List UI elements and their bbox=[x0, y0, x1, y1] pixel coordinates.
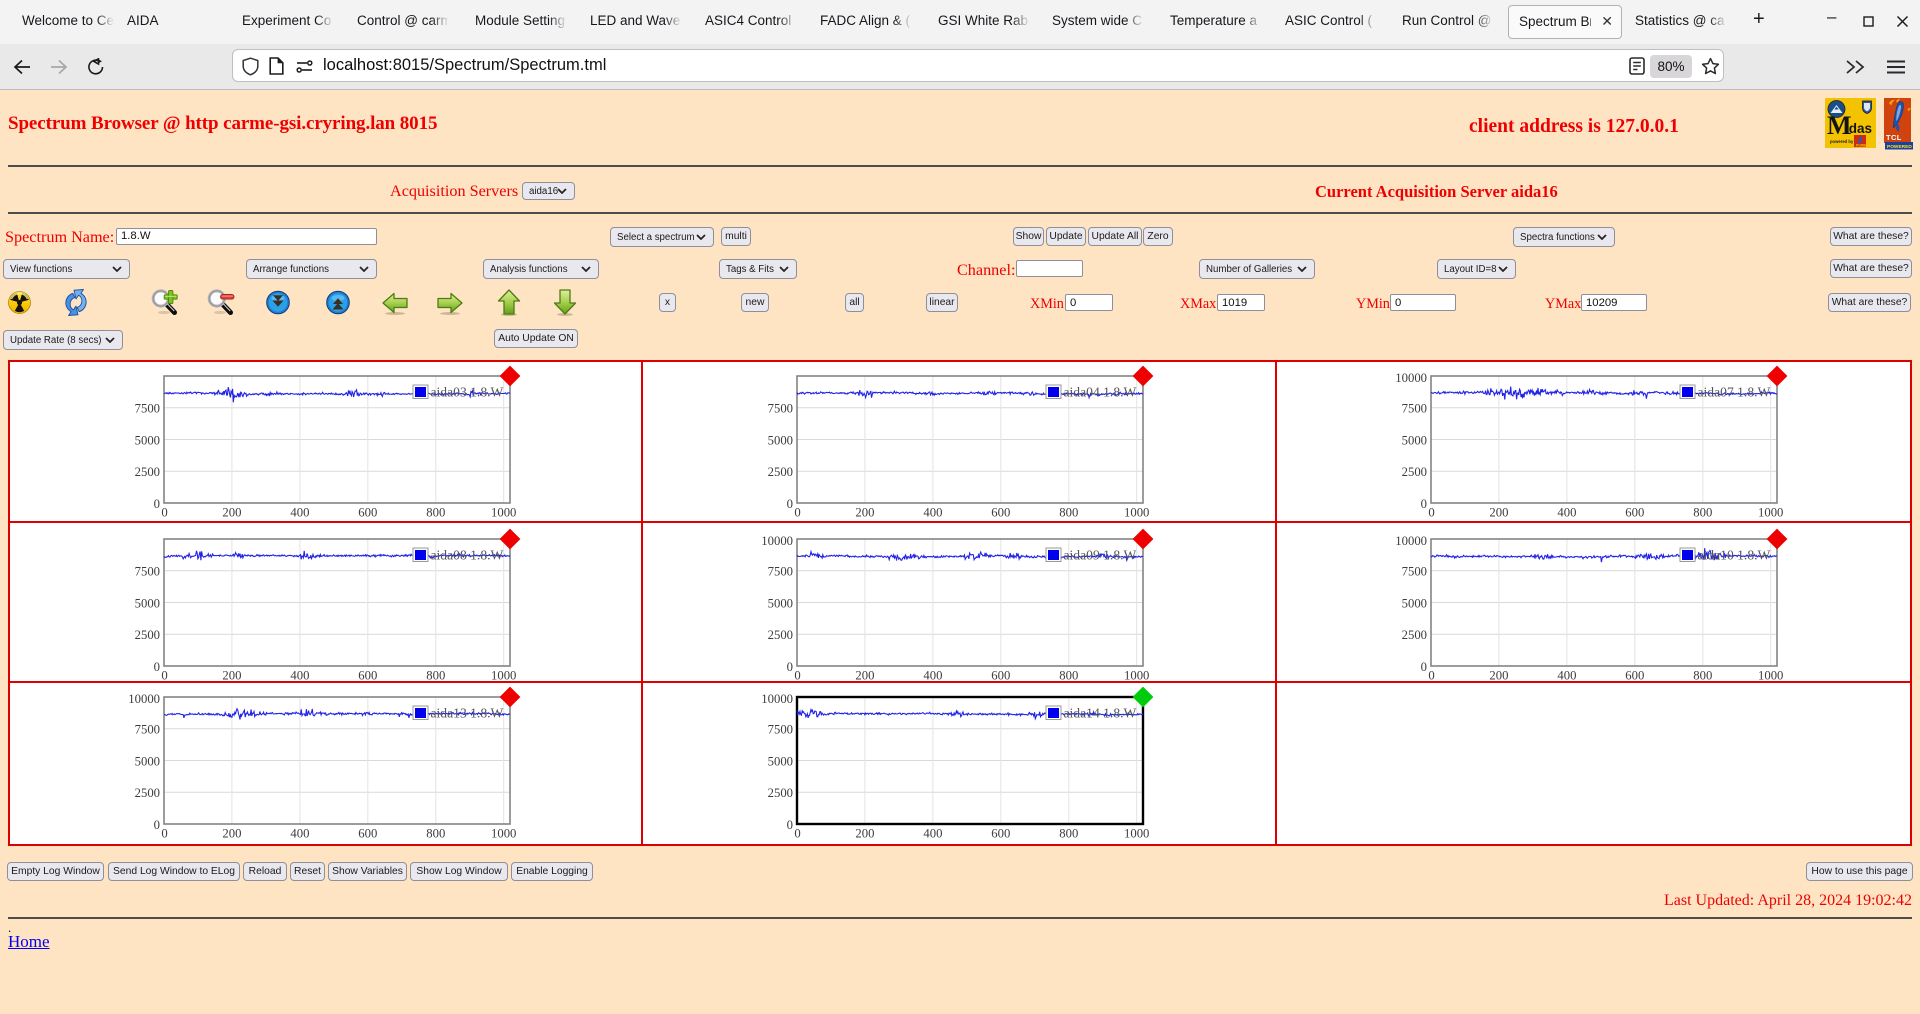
svg-text:0: 0 bbox=[1428, 506, 1434, 520]
svg-text:0: 0 bbox=[1420, 659, 1426, 673]
svg-text:7500: 7500 bbox=[1401, 564, 1426, 578]
svg-text:800: 800 bbox=[1693, 506, 1712, 520]
svg-text:aida07 1.8.W: aida07 1.8.W bbox=[1697, 385, 1770, 400]
svg-text:800: 800 bbox=[426, 827, 445, 841]
svg-text:5000: 5000 bbox=[135, 596, 160, 610]
svg-text:200: 200 bbox=[856, 668, 875, 682]
svg-text:400: 400 bbox=[290, 668, 309, 682]
svg-text:aida14 1.8.W: aida14 1.8.W bbox=[1064, 706, 1137, 721]
svg-text:200: 200 bbox=[222, 827, 241, 841]
svg-text:400: 400 bbox=[924, 827, 943, 841]
svg-text:600: 600 bbox=[1625, 506, 1644, 520]
svg-text:aida10 1.8.W: aida10 1.8.W bbox=[1697, 547, 1770, 562]
svg-text:200: 200 bbox=[1489, 668, 1508, 682]
svg-text:400: 400 bbox=[290, 827, 309, 841]
svg-text:800: 800 bbox=[1060, 506, 1079, 520]
svg-text:0: 0 bbox=[161, 827, 167, 841]
svg-text:10000: 10000 bbox=[1395, 534, 1427, 548]
svg-text:aida08 1.8.W: aida08 1.8.W bbox=[431, 547, 504, 562]
svg-text:1000: 1000 bbox=[491, 506, 516, 520]
svg-text:0: 0 bbox=[795, 827, 801, 841]
svg-text:2500: 2500 bbox=[768, 628, 793, 642]
svg-text:2500: 2500 bbox=[768, 465, 793, 479]
svg-text:2500: 2500 bbox=[1401, 628, 1426, 642]
svg-text:0: 0 bbox=[795, 506, 801, 520]
svg-text:400: 400 bbox=[1557, 506, 1576, 520]
svg-text:0: 0 bbox=[1420, 497, 1426, 511]
svg-text:10000: 10000 bbox=[762, 693, 794, 707]
svg-text:600: 600 bbox=[992, 506, 1011, 520]
svg-text:aida04 1.8.W: aida04 1.8.W bbox=[1064, 385, 1137, 400]
svg-text:2500: 2500 bbox=[135, 628, 160, 642]
svg-text:800: 800 bbox=[426, 668, 445, 682]
svg-text:5000: 5000 bbox=[135, 755, 160, 769]
svg-text:10000: 10000 bbox=[128, 693, 160, 707]
svg-text:powered by: powered by bbox=[1830, 139, 1854, 144]
svg-text:1000: 1000 bbox=[1758, 668, 1783, 682]
svg-text:5000: 5000 bbox=[1401, 596, 1426, 610]
svg-text:0: 0 bbox=[161, 668, 167, 682]
svg-text:aida09 1.8.W: aida09 1.8.W bbox=[1064, 547, 1137, 562]
svg-text:200: 200 bbox=[222, 668, 241, 682]
svg-text:7500: 7500 bbox=[135, 402, 160, 416]
svg-text:7500: 7500 bbox=[1401, 402, 1426, 416]
svg-text:10000: 10000 bbox=[762, 534, 794, 548]
svg-text:5000: 5000 bbox=[768, 596, 793, 610]
svg-text:600: 600 bbox=[992, 827, 1011, 841]
svg-text:5000: 5000 bbox=[768, 433, 793, 447]
svg-text:7500: 7500 bbox=[768, 564, 793, 578]
svg-text:600: 600 bbox=[358, 668, 377, 682]
svg-text:0: 0 bbox=[787, 818, 793, 832]
svg-text:600: 600 bbox=[1625, 668, 1644, 682]
svg-text:800: 800 bbox=[1060, 668, 1079, 682]
svg-text:2500: 2500 bbox=[135, 465, 160, 479]
svg-text:10000: 10000 bbox=[1395, 371, 1427, 385]
svg-text:1000: 1000 bbox=[1124, 827, 1149, 841]
svg-text:0: 0 bbox=[161, 506, 167, 520]
svg-text:5000: 5000 bbox=[135, 433, 160, 447]
svg-text:5000: 5000 bbox=[1401, 433, 1426, 447]
svg-text:7500: 7500 bbox=[768, 402, 793, 416]
svg-text:2500: 2500 bbox=[768, 786, 793, 800]
svg-text:0: 0 bbox=[154, 659, 160, 673]
svg-text:0: 0 bbox=[795, 668, 801, 682]
svg-text:POWERED: POWERED bbox=[1887, 144, 1912, 150]
svg-text:0: 0 bbox=[154, 497, 160, 511]
svg-text:400: 400 bbox=[924, 506, 943, 520]
svg-text:2500: 2500 bbox=[1401, 465, 1426, 479]
svg-text:200: 200 bbox=[1489, 506, 1508, 520]
svg-text:200: 200 bbox=[222, 506, 241, 520]
svg-text:5000: 5000 bbox=[768, 755, 793, 769]
svg-text:idas: idas bbox=[1845, 121, 1872, 136]
svg-text:1000: 1000 bbox=[1124, 506, 1149, 520]
svg-text:aida03 1.8.W: aida03 1.8.W bbox=[431, 385, 504, 400]
svg-text:400: 400 bbox=[924, 668, 943, 682]
svg-text:2500: 2500 bbox=[135, 786, 160, 800]
svg-text:0: 0 bbox=[787, 659, 793, 673]
svg-text:200: 200 bbox=[856, 506, 875, 520]
svg-text:TCL: TCL bbox=[1886, 133, 1902, 142]
svg-text:aida13 1.8.W: aida13 1.8.W bbox=[431, 706, 504, 721]
svg-text:1000: 1000 bbox=[491, 827, 516, 841]
svg-text:800: 800 bbox=[426, 506, 445, 520]
svg-text:800: 800 bbox=[1060, 827, 1079, 841]
svg-text:7500: 7500 bbox=[135, 723, 160, 737]
svg-text:400: 400 bbox=[1557, 668, 1576, 682]
svg-text:7500: 7500 bbox=[135, 564, 160, 578]
svg-text:400: 400 bbox=[290, 506, 309, 520]
svg-text:1000: 1000 bbox=[491, 668, 516, 682]
svg-text:200: 200 bbox=[856, 827, 875, 841]
svg-text:800: 800 bbox=[1693, 668, 1712, 682]
svg-text:600: 600 bbox=[358, 827, 377, 841]
svg-text:600: 600 bbox=[358, 506, 377, 520]
svg-text:600: 600 bbox=[992, 668, 1011, 682]
svg-text:7500: 7500 bbox=[768, 723, 793, 737]
svg-text:1000: 1000 bbox=[1758, 506, 1783, 520]
svg-text:0: 0 bbox=[1428, 668, 1434, 682]
svg-text:0: 0 bbox=[787, 497, 793, 511]
svg-text:POWER: POWER bbox=[1856, 144, 1869, 148]
svg-text:1000: 1000 bbox=[1124, 668, 1149, 682]
svg-text:0: 0 bbox=[154, 818, 160, 832]
